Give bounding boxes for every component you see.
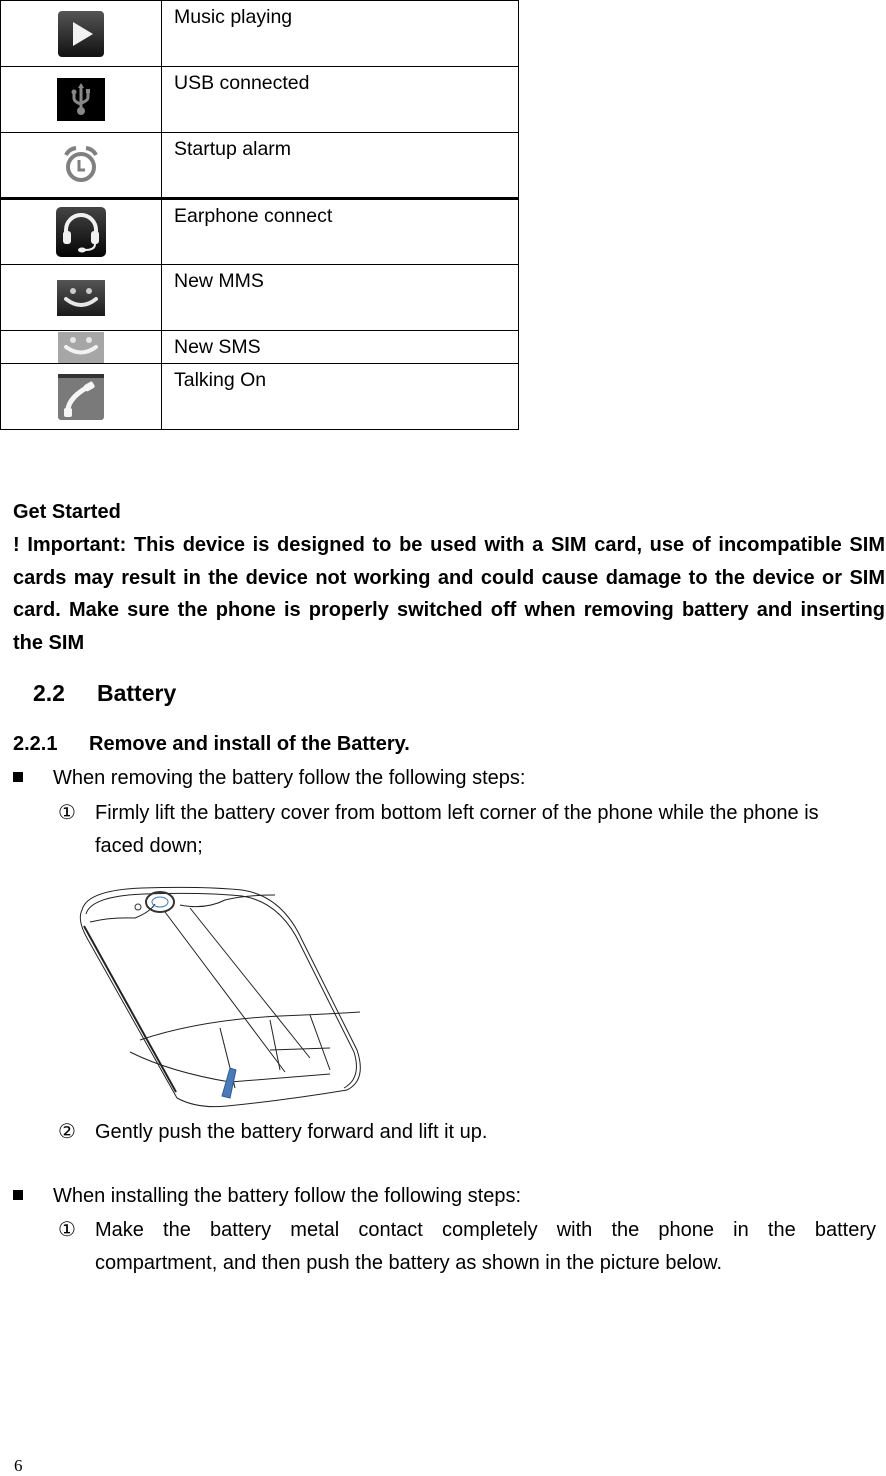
table-row: New SMS: [0, 330, 519, 364]
step-text-continued: compartment, and then push the battery a…: [95, 1251, 723, 1274]
table-row: Earphone connect: [0, 198, 519, 265]
table-cell-label: Startup alarm: [161, 132, 519, 200]
removing-step-2: ② Gently push the battery forward and lif…: [58, 1116, 487, 1149]
battery-cover-removal-figure: [79, 886, 361, 1108]
step-marker: ②: [58, 1121, 76, 1143]
table-cell-label: Talking On: [161, 363, 519, 430]
table-row: Talking On: [0, 363, 519, 430]
table-row: New MMS: [0, 264, 519, 331]
alarm-clock-icon: [64, 146, 98, 182]
headset-icon: [56, 207, 106, 257]
table-cell-label: New SMS: [161, 330, 519, 364]
sms-smiley-icon: [58, 331, 104, 363]
page-number: 6: [14, 1456, 23, 1475]
section-title: Battery: [97, 680, 177, 706]
usb-icon: [57, 78, 105, 121]
section-heading: 2.2 Battery: [33, 680, 176, 707]
step-text: Firmly lift the battery cover from botto…: [95, 802, 819, 824]
installing-intro: When installing the battery follow the f…: [13, 1185, 521, 1208]
bullet-square-icon: [13, 772, 23, 782]
installing-step-1: ① Make the battery metal contact complete…: [58, 1214, 876, 1279]
subsection-title: Remove and install of the Battery.: [89, 733, 410, 755]
step-text: Gently push the battery forward and lift…: [95, 1121, 488, 1143]
removing-intro-text: When removing the battery follow the fol…: [53, 767, 526, 789]
bullet-square-icon: [13, 1190, 23, 1200]
table-cell-label: New MMS: [161, 264, 519, 331]
table-cell-label: Earphone connect: [161, 198, 519, 265]
table-row: USB connected: [0, 66, 519, 133]
removing-intro: When removing the battery follow the fol…: [13, 767, 525, 790]
table-row: Startup alarm: [0, 132, 519, 200]
table-row: Music playing: [0, 0, 519, 67]
play-icon: [58, 10, 104, 57]
removing-step-1: ① Firmly lift the battery cover from bott…: [58, 797, 878, 862]
step-text-continued: faced down;: [95, 834, 203, 857]
phone-handset-icon: [58, 373, 104, 420]
step-text: Make the battery metal contact completel…: [95, 1219, 876, 1241]
step-marker: ①: [58, 802, 76, 824]
get-started-heading: Get Started: [13, 501, 121, 523]
mms-smiley-icon: [57, 279, 105, 316]
table-cell-label: Music playing: [161, 0, 519, 67]
subsection-number: 2.2.1: [13, 733, 58, 755]
subsection-heading: 2.2.1 Remove and install of the Battery.: [13, 733, 410, 756]
important-notice: ! Important: This device is designed to …: [13, 534, 885, 654]
section-number: 2.2: [33, 680, 65, 706]
status-icon-table: Music playing USB connected Startup alar…: [0, 0, 519, 430]
installing-intro-text: When installing the battery follow the f…: [53, 1185, 522, 1207]
table-cell-label: USB connected: [161, 66, 519, 133]
step-marker: ①: [58, 1219, 76, 1241]
